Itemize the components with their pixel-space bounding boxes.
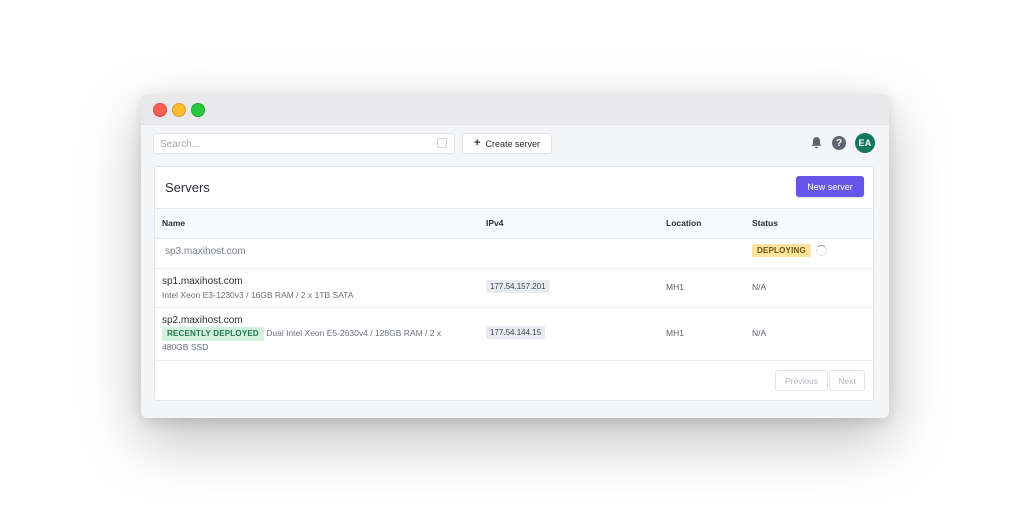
ipv4-cell: 177.54.144.15 bbox=[486, 326, 546, 339]
server-name[interactable]: sp1.maxihost.com bbox=[162, 276, 243, 287]
help-glyph: ? bbox=[835, 137, 843, 149]
status-cell: N/A bbox=[752, 328, 767, 338]
loading-spinner-icon bbox=[816, 245, 827, 256]
server-name[interactable]: sp2.maxihost.com bbox=[162, 315, 243, 326]
next-page-button[interactable]: Next bbox=[829, 370, 865, 391]
create-server-button[interactable]: + Create server bbox=[462, 133, 552, 154]
column-header-ipv4[interactable]: IPv4 bbox=[486, 218, 504, 228]
status-cell: N/A bbox=[752, 282, 767, 292]
search-input[interactable] bbox=[160, 137, 420, 151]
app-window: + Create server ? EA Servers New server … bbox=[141, 94, 889, 418]
help-icon[interactable]: ? bbox=[832, 136, 846, 150]
page-title: Servers bbox=[165, 180, 210, 195]
top-toolbar: + Create server ? EA bbox=[153, 133, 875, 155]
table-row[interactable]: sp3.maxihost.com DEPLOYING bbox=[155, 237, 873, 269]
server-spec: Intel Xeon E3-1230v3 / 16GB RAM / 2 x 1T… bbox=[162, 290, 354, 300]
ipv4-cell: 177.54.157.201 bbox=[486, 280, 550, 293]
avatar-initials: EA bbox=[858, 138, 872, 148]
previous-label: Previous bbox=[784, 375, 819, 386]
recently-deployed-badge: RECENTLY DEPLOYED bbox=[162, 327, 264, 341]
close-window-button[interactable] bbox=[153, 103, 167, 117]
table-header: Name IPv4 Location Status bbox=[155, 208, 873, 239]
new-server-label: New server bbox=[807, 181, 853, 192]
server-name[interactable]: sp3.maxihost.com bbox=[165, 246, 246, 257]
server-spec: RECENTLY DEPLOYED Dual Intel Xeon E5-263… bbox=[162, 327, 462, 353]
column-header-status[interactable]: Status bbox=[752, 218, 778, 228]
ipv4-address: 177.54.157.201 bbox=[486, 280, 550, 293]
status-badge-deploying: DEPLOYING bbox=[752, 244, 811, 257]
server-spec-line1: Dual Intel Xeon E5-2630v4 / 128GB RAM / … bbox=[266, 328, 442, 338]
column-header-location[interactable]: Location bbox=[666, 218, 701, 228]
minimize-window-button[interactable] bbox=[172, 103, 186, 117]
previous-page-button[interactable]: Previous bbox=[775, 370, 828, 391]
server-spec-line2: 480GB SSD bbox=[162, 342, 209, 352]
new-server-button[interactable]: New server bbox=[796, 176, 864, 197]
next-label: Next bbox=[838, 375, 856, 386]
maximize-window-button[interactable] bbox=[191, 103, 205, 117]
bell-icon[interactable] bbox=[810, 136, 823, 150]
location-cell: MH1 bbox=[666, 282, 684, 292]
user-avatar[interactable]: EA bbox=[855, 133, 875, 153]
search-shortcut-icon bbox=[437, 138, 447, 148]
plus-icon: + bbox=[474, 137, 481, 149]
ipv4-address: 177.54.144.15 bbox=[486, 326, 546, 339]
table-row[interactable]: sp2.maxihost.com RECENTLY DEPLOYED Dual … bbox=[155, 307, 873, 361]
search-box[interactable] bbox=[153, 133, 455, 154]
column-header-name[interactable]: Name bbox=[162, 218, 185, 228]
table-row[interactable]: sp1.maxihost.com Intel Xeon E3-1230v3 / … bbox=[155, 268, 873, 308]
deploying-badge: DEPLOYING bbox=[752, 244, 811, 257]
create-server-label: Create server bbox=[485, 138, 540, 149]
location-cell: MH1 bbox=[666, 328, 684, 338]
servers-card: Servers New server Name IPv4 Location St… bbox=[154, 166, 874, 401]
window-titlebar bbox=[141, 94, 889, 125]
